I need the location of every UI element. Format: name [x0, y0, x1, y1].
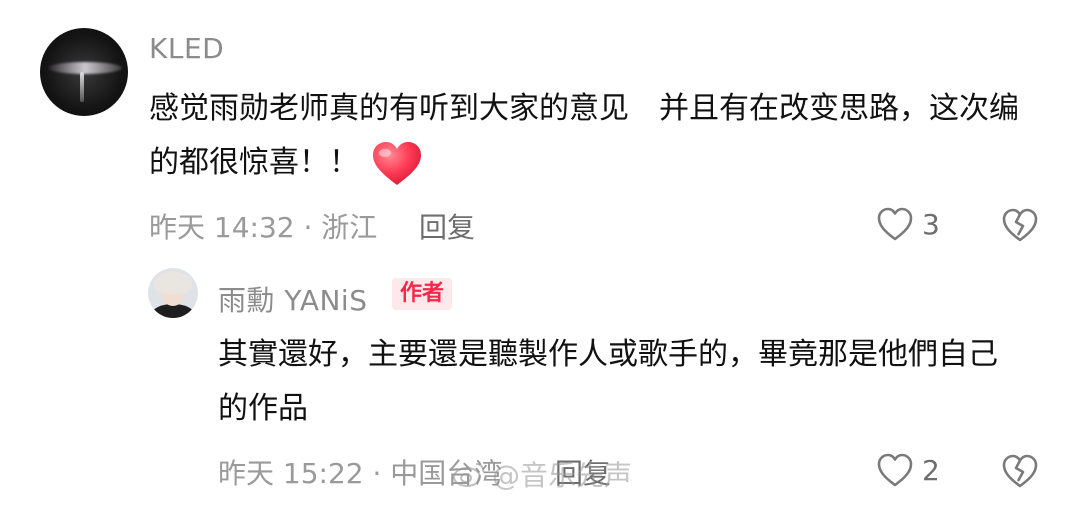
comment-username[interactable]: KLED — [149, 32, 224, 65]
comment-meta: 昨天 14:32 · 浙江 — [149, 211, 378, 244]
avatar-hair — [154, 272, 192, 294]
broken-heart-icon[interactable] — [1000, 452, 1040, 490]
heart-outline-icon — [877, 207, 913, 241]
watermark: @音乐先声 — [452, 454, 632, 494]
reply-username[interactable]: 雨勳 YANiS — [218, 279, 367, 319]
like-button[interactable]: 2 — [876, 452, 940, 488]
comment-text: 感觉雨勋老师真的有听到大家的意见 并且有在改变思路，这次编的都很惊喜！！ — [149, 82, 1039, 190]
like-count: 3 — [922, 207, 940, 241]
reply-button[interactable]: 回复 — [419, 206, 475, 246]
reply-text: 其實還好，主要還是聽製作人或歌手的，畢竟那是他們自己的作品 — [218, 337, 998, 426]
weibo-icon — [453, 463, 485, 487]
heart-outline-icon — [877, 453, 913, 487]
like-button[interactable]: 3 — [876, 206, 940, 242]
avatar[interactable] — [148, 268, 198, 318]
author-badge: 作者 — [392, 278, 453, 310]
avatar-streak — [48, 62, 122, 74]
avatar[interactable] — [40, 28, 128, 116]
avatar-figure — [80, 72, 84, 102]
heart-emoji-icon — [373, 141, 421, 185]
watermark-text: @音乐先声 — [492, 459, 633, 492]
broken-heart-icon[interactable] — [1000, 206, 1040, 244]
comment-text-content: 感觉雨勋老师真的有听到大家的意见 并且有在改变思路，这次编的都很惊喜！！ — [149, 91, 1019, 180]
avatar-body — [152, 304, 194, 318]
like-count: 2 — [922, 453, 940, 487]
